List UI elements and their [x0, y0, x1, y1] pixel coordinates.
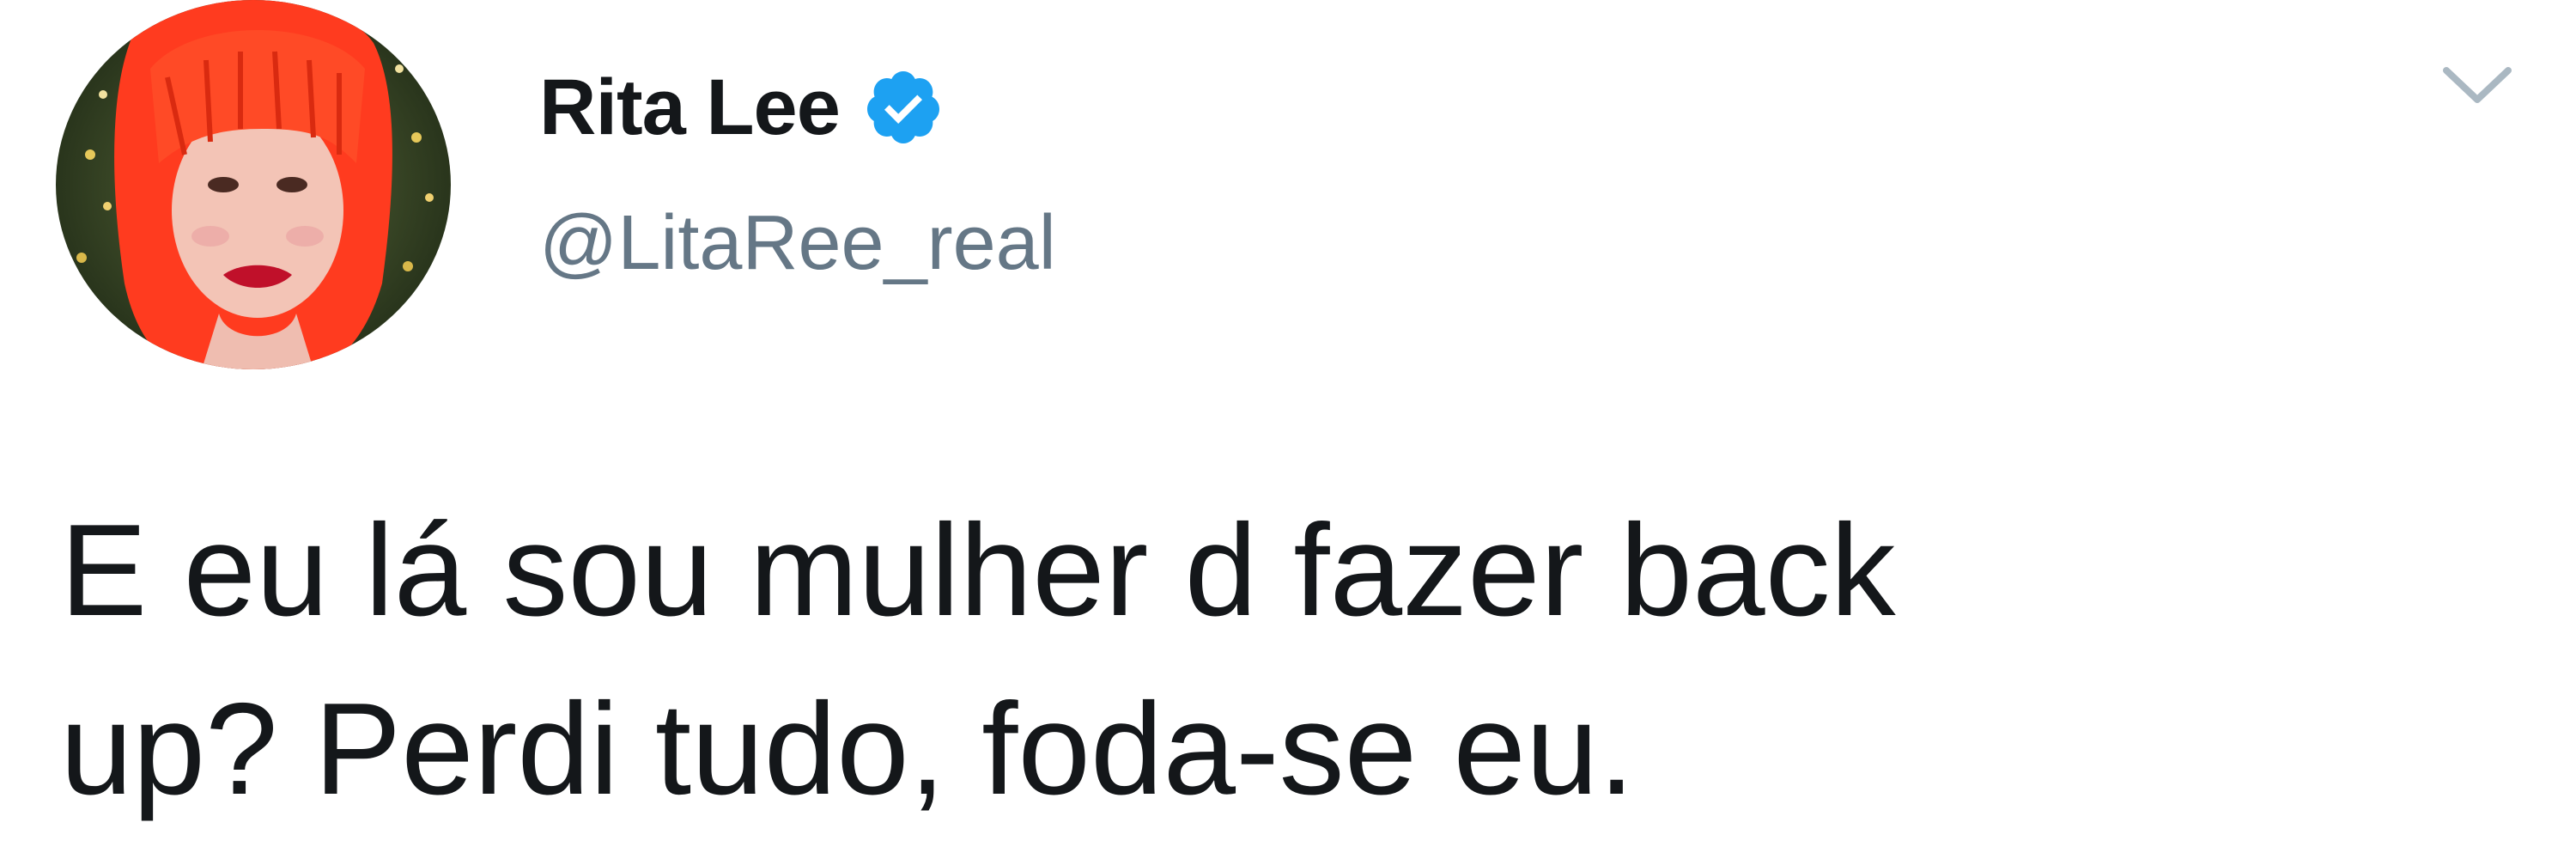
author-name-row: Rita Lee — [539, 52, 945, 163]
verified-badge-icon — [866, 71, 939, 143]
tweet-text-line: E eu lá sou mulher d fazer back — [60, 497, 1896, 643]
avatar[interactable] — [56, 0, 451, 369]
author-handle[interactable]: @LitaRee_real — [539, 204, 1056, 282]
tweet-text-line: up? Perdi tudo, foda-se eu. — [60, 676, 1635, 822]
tweet-menu-button[interactable] — [2430, 47, 2524, 125]
tweet-card: Rita Lee @LitaRee_real E eu lá sou mulhe… — [0, 0, 2576, 859]
author-name[interactable]: Rita Lee — [539, 68, 841, 147]
chevron-down-icon — [2443, 67, 2512, 103]
tweet-text: E eu lá sou mulher d fazer back up? Perd… — [60, 481, 2464, 838]
